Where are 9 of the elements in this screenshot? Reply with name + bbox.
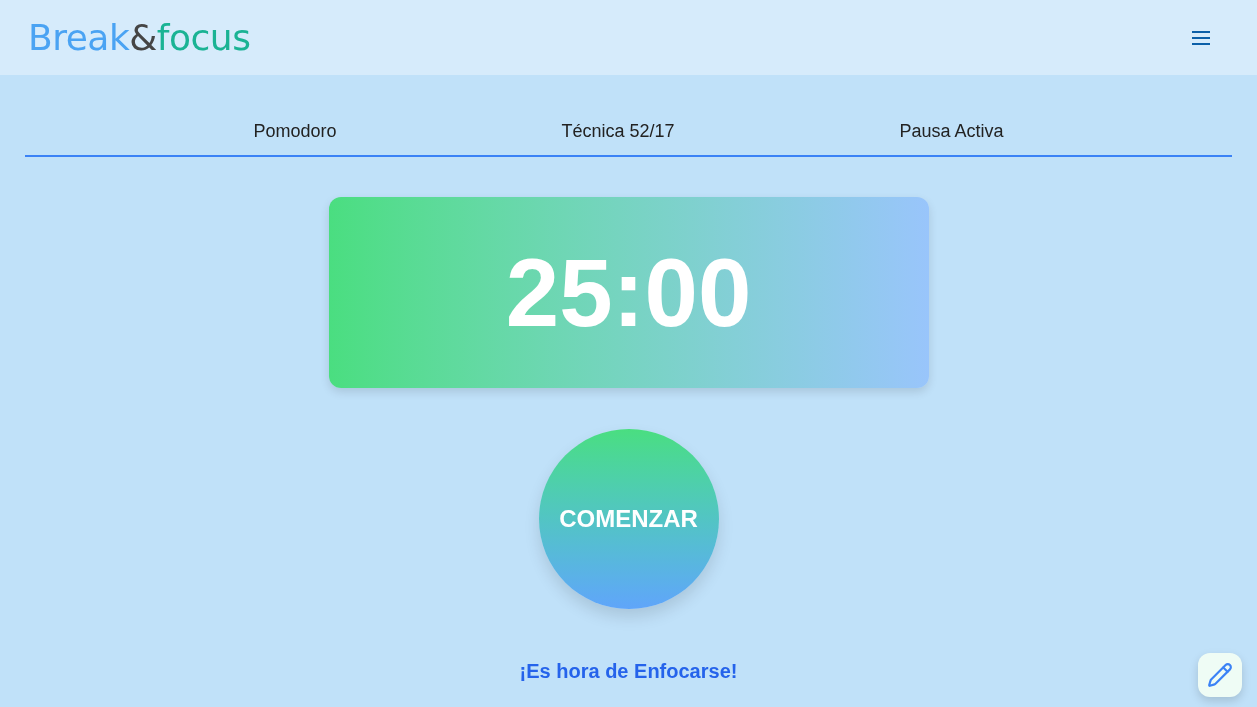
app-logo[interactable]: Break&focus bbox=[28, 19, 251, 56]
pencil-icon bbox=[1207, 662, 1233, 688]
focus-message: ¡Es hora de Enfocarse! bbox=[519, 659, 738, 684]
menu-icon bbox=[1192, 30, 1210, 45]
tab[interactable]: Pausa Activa bbox=[899, 117, 1004, 145]
tab[interactable]: Técnica 52/17 bbox=[561, 117, 675, 145]
tab[interactable]: Pomodoro bbox=[253, 117, 337, 145]
edit-button[interactable] bbox=[1198, 653, 1242, 697]
timer-display: 25:00 bbox=[505, 244, 752, 341]
